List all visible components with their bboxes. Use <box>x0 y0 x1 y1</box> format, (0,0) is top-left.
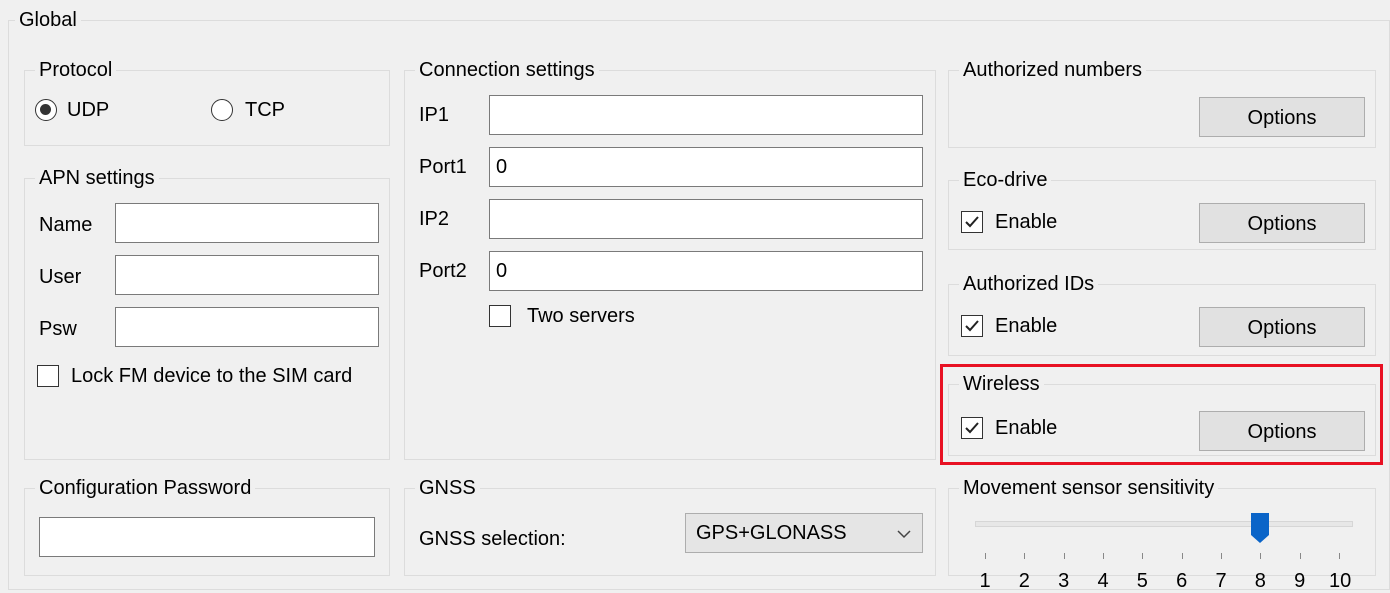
eco-drive-group: Eco-drive Enable Options <box>948 167 1376 250</box>
ip2-input[interactable] <box>489 199 923 239</box>
apn-psw-input[interactable] <box>115 307 379 347</box>
connection-settings-group: Connection settings IP1 Port1 0 IP2 Port… <box>404 57 936 460</box>
apn-user-input[interactable] <box>115 255 379 295</box>
chevron-down-icon <box>897 530 911 539</box>
eco-drive-title: Eco-drive <box>959 167 1052 193</box>
gnss-group: GNSS GNSS selection: GPS+GLONASS <box>404 475 936 576</box>
slider-tick <box>1103 553 1104 559</box>
slider-tick-label: 8 <box>1254 570 1266 592</box>
two-servers-label[interactable]: Two servers <box>527 304 635 328</box>
slider-tick <box>1339 553 1340 559</box>
authorized-numbers-group: Authorized numbers Options <box>948 57 1376 148</box>
two-servers-checkbox[interactable] <box>489 305 511 327</box>
movement-sensor-group: Movement sensor sensitivity 1 2 3 4 5 6 7 8 9 10 <box>948 475 1376 592</box>
slider-tick <box>1221 553 1222 559</box>
lock-sim-checkbox[interactable] <box>37 365 59 387</box>
gnss-selection-label: GNSS selection: <box>419 528 566 550</box>
authorized-ids-group: Authorized IDs Enable Options <box>948 271 1376 356</box>
checkmark-icon <box>965 320 979 332</box>
protocol-title: Protocol <box>35 57 117 83</box>
ip1-label: IP1 <box>419 104 450 126</box>
port1-label: Port1 <box>419 156 467 178</box>
udp-radio[interactable] <box>35 99 57 121</box>
slider-tick-label: 4 <box>1097 570 1109 592</box>
eco-drive-options-button[interactable]: Options <box>1199 203 1365 243</box>
slider-tick-label: 9 <box>1294 570 1306 592</box>
tcp-radio[interactable] <box>211 99 233 121</box>
apn-settings-title: APN settings <box>35 165 159 191</box>
gnss-title: GNSS <box>415 475 480 501</box>
movement-sensor-title: Movement sensor sensitivity <box>959 475 1219 501</box>
authorized-numbers-options-button[interactable]: Options <box>1199 97 1365 137</box>
config-password-input[interactable] <box>39 517 375 557</box>
slider-tick <box>1142 553 1144 559</box>
apn-psw-label: Psw <box>39 318 77 340</box>
port2-input[interactable]: 0 <box>489 251 923 291</box>
checkmark-icon <box>965 216 979 228</box>
udp-label[interactable]: UDP <box>67 98 109 122</box>
ip2-label: IP2 <box>419 208 450 230</box>
authorized-ids-enable-checkbox[interactable] <box>961 315 983 337</box>
sensitivity-slider-track[interactable] <box>975 521 1353 527</box>
apn-user-label: User <box>39 266 82 288</box>
slider-tick <box>1181 553 1183 559</box>
eco-drive-enable-label[interactable]: Enable <box>995 210 1057 234</box>
gnss-select-value: GPS+GLONASS <box>696 522 847 544</box>
config-password-title: Configuration Password <box>35 475 256 501</box>
ip1-input[interactable] <box>489 95 923 135</box>
gnss-select[interactable]: GPS+GLONASS <box>685 513 923 553</box>
port1-input[interactable]: 0 <box>489 147 923 187</box>
slider-tick-label: 10 <box>1329 570 1352 592</box>
apn-settings-group: APN settings Name User Psw Lock FM devic… <box>24 165 390 460</box>
udp-radio-dot <box>40 104 51 115</box>
authorized-ids-title: Authorized IDs <box>959 271 1099 297</box>
slider-tick <box>1063 553 1065 559</box>
slider-tick <box>1299 553 1301 559</box>
authorized-ids-options-button[interactable]: Options <box>1199 307 1365 347</box>
slider-thumb-shape <box>1251 513 1270 543</box>
slider-tick-label: 6 <box>1176 570 1188 592</box>
tcp-label[interactable]: TCP <box>245 98 285 122</box>
slider-tick-label: 7 <box>1215 570 1227 592</box>
wireless-highlight-box <box>940 364 1383 465</box>
lock-sim-label[interactable]: Lock FM device to the SIM card <box>71 364 352 388</box>
global-title: Global <box>15 7 81 33</box>
sensitivity-slider-thumb[interactable] <box>1250 511 1270 543</box>
slider-tick-label: 2 <box>1018 570 1030 592</box>
config-password-group: Configuration Password <box>24 475 390 576</box>
slider-tick <box>985 553 986 559</box>
apn-name-input[interactable] <box>115 203 379 243</box>
apn-name-label: Name <box>39 214 93 236</box>
slider-tick-label: 3 <box>1058 570 1070 592</box>
slider-tick-label: 1 <box>979 570 991 592</box>
slider-tick-label: 5 <box>1136 570 1148 592</box>
eco-drive-enable-checkbox[interactable] <box>961 211 983 233</box>
authorized-ids-enable-label[interactable]: Enable <box>995 314 1057 338</box>
port2-label: Port2 <box>419 260 467 282</box>
slider-tick <box>1024 553 1026 559</box>
connection-settings-title: Connection settings <box>415 57 599 83</box>
authorized-numbers-title: Authorized numbers <box>959 57 1146 83</box>
protocol-group: Protocol UDP TCP <box>24 57 390 146</box>
slider-tick <box>1260 553 1262 559</box>
